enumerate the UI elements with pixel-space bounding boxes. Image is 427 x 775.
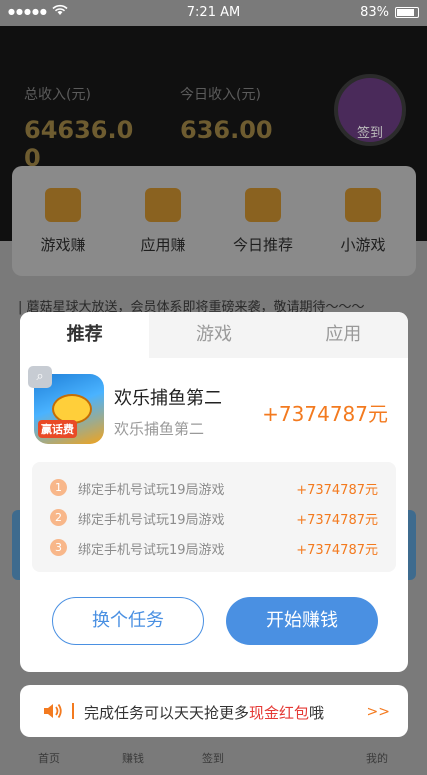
game-name: 欢乐捕鱼第二 <box>114 388 222 409</box>
speaker-icon <box>42 701 64 721</box>
total-income: 总收入(元) 64636.00 <box>24 84 144 172</box>
status-bar: ●●●●● 7:21 AM 83% <box>0 0 427 26</box>
battery-icon <box>395 7 419 18</box>
start-earning-button[interactable]: 开始赚钱 <box>226 597 378 645</box>
quick-item-recommend[interactable]: 今日推荐 <box>218 188 308 255</box>
quick-menu: 游戏赚 应用赚 今日推荐 小游戏 <box>12 166 416 276</box>
hot-badge-icon <box>245 188 281 222</box>
task-amount: +7374787元 <box>296 543 378 558</box>
quick-item-label: 应用赚 <box>140 236 186 254</box>
task-dialog: 推荐 游戏 应用 ⌕ 赢话费 欢乐捕鱼第二 欢乐捕鱼第二 +7374787元 1… <box>20 312 408 672</box>
change-task-button[interactable]: 换个任务 <box>52 597 204 645</box>
task-item: 3 绑定手机号试玩19局游戏 +7374787元 <box>32 532 396 562</box>
notice-message: 完成任务可以天天抢更多现金红包哦 <box>84 702 324 723</box>
notice-more-link[interactable]: >> <box>367 704 390 720</box>
task-text: 绑定手机号试玩19局游戏 <box>78 513 225 528</box>
quick-item-label: 小游戏 <box>340 236 386 254</box>
quick-item-game[interactable]: 游戏赚 <box>18 188 108 255</box>
task-item: 2 绑定手机号试玩19局游戏 +7374787元 <box>32 502 396 532</box>
search-icon: ⌕ <box>28 366 52 388</box>
game-item[interactable]: ⌕ 赢话费 欢乐捕鱼第二 欢乐捕鱼第二 +7374787元 <box>20 366 408 454</box>
today-income: 今日收入(元) 636.00 <box>180 84 273 144</box>
notice-highlight: 现金红包 <box>249 704 310 722</box>
game-reward: +7374787元 <box>262 402 388 426</box>
tab-recommend[interactable]: 推荐 <box>20 312 150 358</box>
quick-item-minigame[interactable]: 小游戏 <box>318 188 408 255</box>
quick-item-app[interactable]: 应用赚 <box>118 188 208 255</box>
game-icon: ⌕ 赢话费 <box>28 366 104 444</box>
battery-percent: 83% <box>360 5 389 20</box>
quick-item-label: 今日推荐 <box>232 236 293 254</box>
tab-apps[interactable]: 应用 <box>279 312 408 358</box>
task-text: 绑定手机号试玩19局游戏 <box>78 543 225 558</box>
notice-bar[interactable]: 完成任务可以天天抢更多现金红包哦 >> <box>20 685 408 737</box>
notice-prefix: 完成任务可以天天抢更多 <box>84 704 250 722</box>
task-number: 2 <box>50 509 67 526</box>
task-text: 绑定手机号试玩19局游戏 <box>78 483 225 498</box>
yuan-shield-icon <box>45 188 81 222</box>
quick-item-label: 游戏赚 <box>40 236 86 254</box>
tab-mine[interactable]: 我的 <box>366 750 388 766</box>
notice-suffix: 哦 <box>309 704 325 722</box>
tab-games[interactable]: 游戏 <box>149 312 278 358</box>
tab-signin[interactable]: 签到 <box>202 750 224 766</box>
dialog-tabs: 推荐 游戏 应用 <box>20 312 408 358</box>
cube-icon <box>145 188 181 222</box>
game-subtitle: 欢乐捕鱼第二 <box>114 420 205 438</box>
signin-label: 签到 <box>356 126 383 141</box>
task-item: 1 绑定手机号试玩19局游戏 +7374787元 <box>32 472 396 502</box>
game-icon-tag: 赢话费 <box>38 420 77 438</box>
task-list: 1 绑定手机号试玩19局游戏 +7374787元 2 绑定手机号试玩19局游戏 … <box>32 462 396 572</box>
tab-earn[interactable]: 赚钱 <box>122 750 144 766</box>
today-income-label: 今日收入(元) <box>180 87 261 103</box>
total-income-value: 64636.00 <box>24 116 134 172</box>
task-amount: +7374787元 <box>296 483 378 498</box>
gamepad-icon <box>345 188 381 222</box>
task-number: 3 <box>50 539 67 556</box>
total-income-label: 总收入(元) <box>24 87 91 103</box>
signin-button[interactable]: 签到 <box>334 74 406 146</box>
task-number: 1 <box>50 479 67 496</box>
tab-home[interactable]: 首页 <box>38 750 60 766</box>
notice-divider <box>72 703 74 719</box>
today-income-value: 636.00 <box>180 116 273 144</box>
task-amount: +7374787元 <box>296 513 378 528</box>
